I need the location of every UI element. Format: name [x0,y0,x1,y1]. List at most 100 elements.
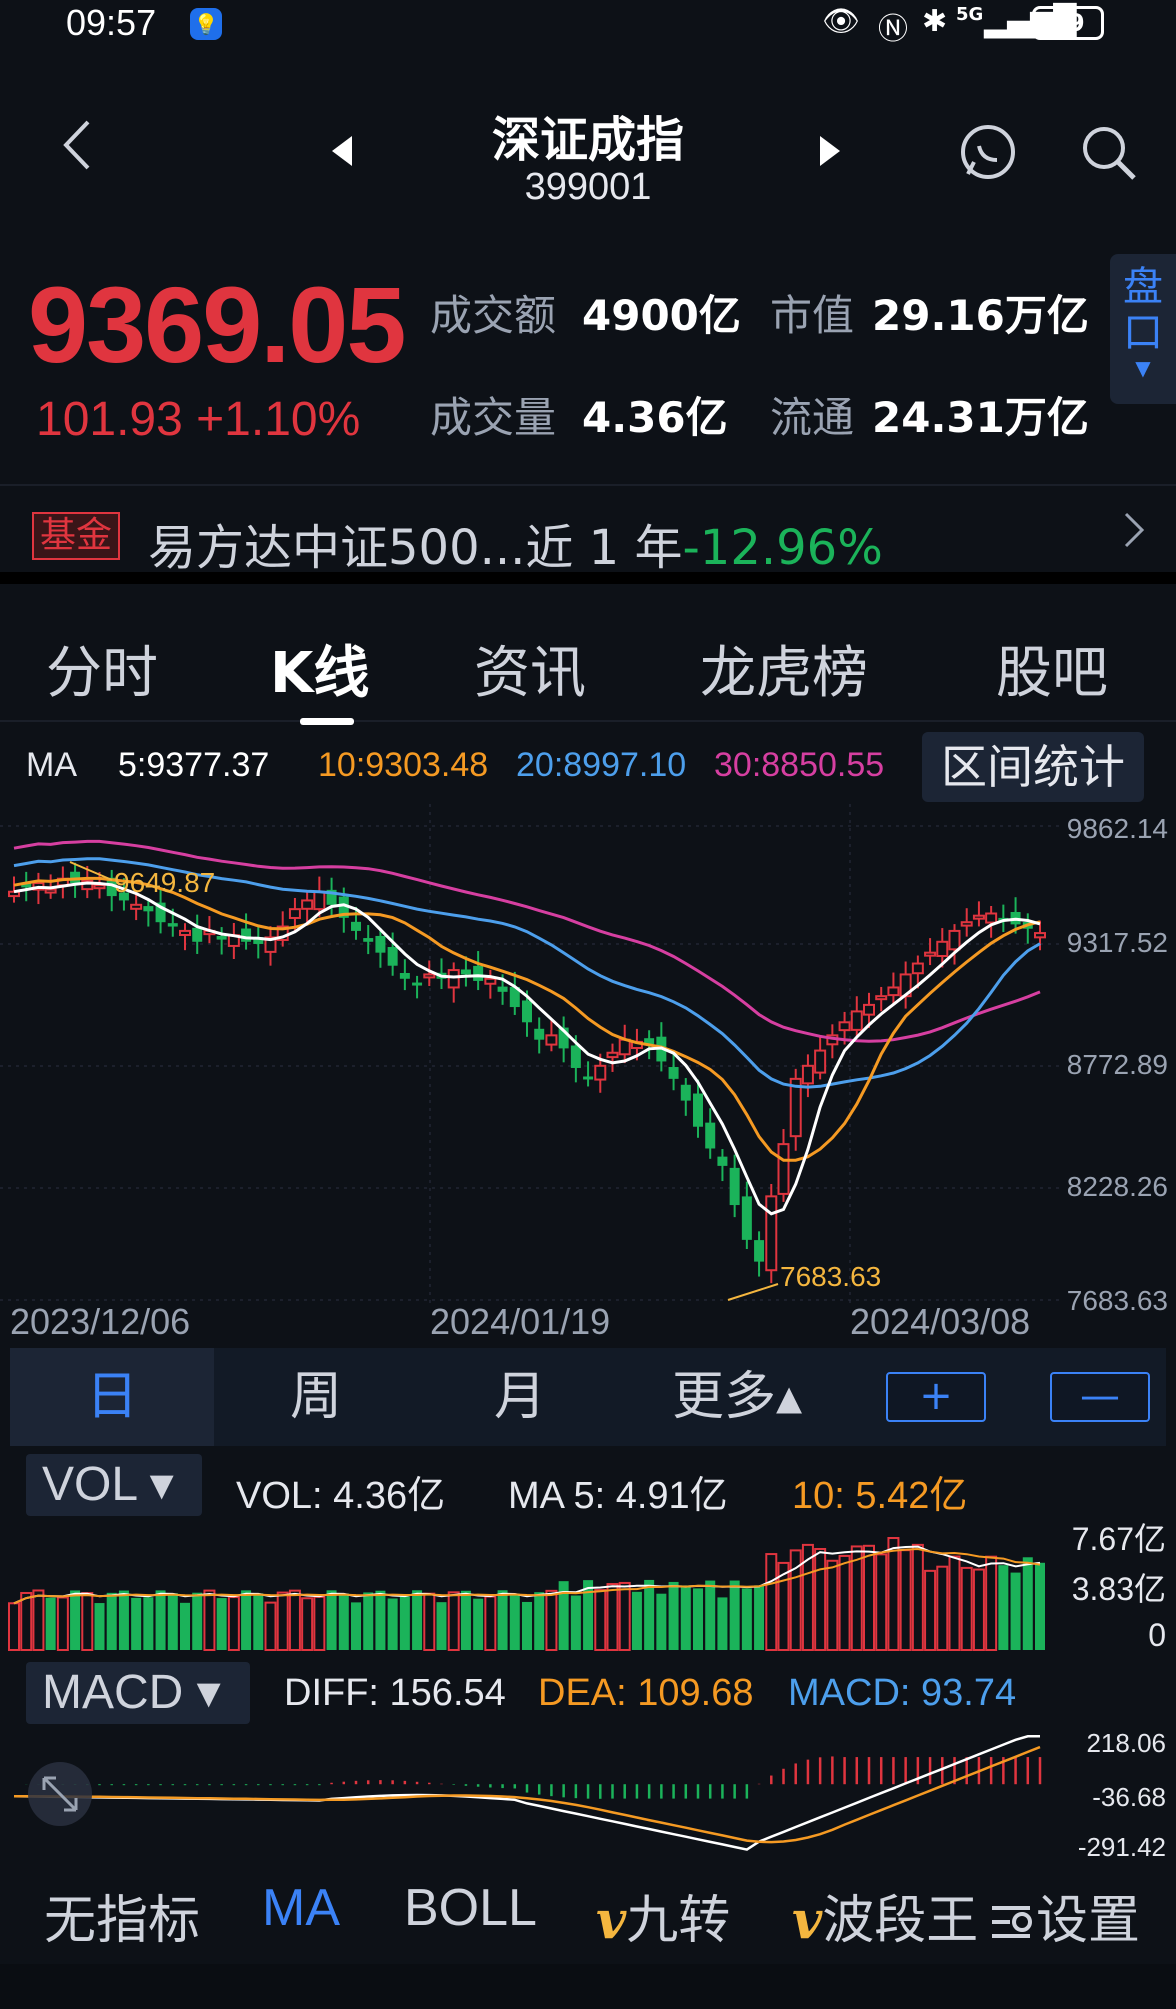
bulb-icon: 💡 [190,8,222,40]
candle-body [875,995,888,1001]
candle-body [484,977,497,985]
candle-body [522,1000,532,1023]
vol-value: VOL: 4.36亿 [236,1475,446,1517]
candle-body [668,1067,679,1079]
low-annotation-pointer [727,1283,779,1301]
volume-bar [680,1585,691,1650]
vol-y-label-1: 3.83亿 [1072,1571,1166,1607]
volume-bar [545,1589,558,1652]
zoom-out-button[interactable]: — [1050,1372,1150,1422]
bluetooth-icon: ✱ [922,4,948,39]
volume-bar [301,1597,314,1651]
float-value: 24.31万亿 [872,393,1089,442]
macd-y-label-2: -291.42 [1078,1832,1166,1860]
kline-y-label-3: 8228.26 [1067,1171,1168,1202]
volume-bar [594,1589,607,1651]
high-annotation: 9649.87 [114,867,215,898]
candle-body [729,1167,740,1206]
volume-bar [276,1591,289,1652]
battery-icon: 79 [1032,6,1104,40]
volume-bar [313,1595,326,1651]
candle-body [534,1028,545,1040]
status-time: 09:57 [66,2,157,43]
fullscreen-icon[interactable] [28,1762,92,1826]
volume-bar [887,1537,900,1651]
ma30-value: 30:8850.55 [714,746,885,784]
index-price: 9369.05 [28,264,406,385]
boduanwang-button[interactable]: v波段王 [792,1878,978,1953]
macd-y-label-1: -36.68 [1092,1782,1166,1812]
period-more[interactable]: 更多▴ [622,1348,852,1446]
candle-body [216,936,227,940]
chat-icon[interactable] [958,122,1018,186]
candle-body [288,908,301,919]
settings-button[interactable]: 设置 [990,1878,1140,1953]
kline-x-label-2: 2024/03/08 [850,1301,1030,1342]
period-month[interactable]: 月 [418,1348,622,1446]
volume-chart[interactable]: 7.67亿 3.83亿 0 [0,1516,1176,1652]
range-stats-button[interactable]: 区间统计 [922,732,1144,802]
volume-bar [814,1547,827,1652]
candle-body [130,903,143,910]
kline-chart[interactable]: 9862.14 9317.52 8772.89 8228.26 7683.63 … [0,804,1176,1344]
next-index-icon[interactable] [818,134,842,172]
search-icon[interactable] [1080,124,1138,186]
candle-body [473,965,484,981]
candle-body [618,1038,631,1056]
fund-tag: 基金 [32,512,121,560]
tab-kline[interactable]: K线 [270,628,369,709]
volume-bar [863,1544,875,1652]
jiuzhuan-button[interactable]: v九转 [596,1878,730,1953]
candle-body [363,938,374,942]
settings-icon [992,1906,1032,1938]
candle-body [375,935,386,953]
eye-icon: 👁 [822,4,861,39]
volume-bar [1035,1562,1045,1650]
period-day[interactable]: 日 [10,1348,214,1446]
volume-bar [436,1602,447,1650]
boll-indicator-button[interactable]: BOLL [404,1878,537,1938]
macd-selector[interactable]: MACD ▾ [26,1662,250,1724]
volume-bar [155,1590,166,1650]
pankou-button[interactable]: 盘口 ▼ [1110,254,1176,404]
volume-bar [253,1593,264,1650]
vol-y-label-0: 7.67亿 [1072,1521,1166,1557]
volume-bar [351,1602,361,1650]
candle-body [814,1049,827,1074]
period-bar: 日 周 月 更多▴ + — [10,1348,1166,1446]
candle-body [545,1034,558,1046]
fund-return: -12.96% [682,520,883,576]
active-tab-indicator [300,718,354,725]
candle-body [936,940,949,958]
macd-diff: DIFF: 156.54 [284,1672,506,1714]
tab-guba[interactable]: 股吧 [996,628,1108,709]
tab-fenshi[interactable]: 分时 [46,628,158,709]
tab-longhubang[interactable]: 龙虎榜 [700,628,868,709]
volume-bar [644,1579,655,1650]
volume-bar [570,1595,581,1650]
vol-selector[interactable]: VOL ▾ [26,1454,202,1516]
candle-body [911,962,924,975]
volume-bar [631,1591,642,1650]
volume-value: 4.36亿 [582,393,728,442]
candle-body [606,1051,619,1059]
tab-news[interactable]: 资讯 [474,628,586,709]
volume-bar [656,1593,667,1650]
market-cap-value: 29.16万亿 [872,291,1089,340]
macd-chart[interactable]: 218.06 -36.68 -291.42 [0,1722,1176,1860]
turnover-label: 成交额 [430,291,557,340]
volume-bar [94,1603,105,1650]
volume-bar [606,1583,619,1651]
zoom-in-button[interactable]: + [886,1372,986,1422]
fund-banner[interactable]: 基金 易方达中证500...近 1 年-12.96% [0,484,1176,584]
ma20-value: 20:8997.10 [516,746,687,784]
period-week[interactable]: 周 [214,1348,418,1446]
volume-bar [32,1589,45,1651]
ma-indicator-button[interactable]: MA [262,1878,340,1938]
candle-body [1034,932,1046,939]
candle-body [838,1021,851,1032]
pankou-label: 盘口 [1123,264,1163,356]
volume-bar [899,1549,912,1652]
no-indicator-button[interactable]: 无指标 [44,1878,200,1953]
candle-body [44,888,57,894]
